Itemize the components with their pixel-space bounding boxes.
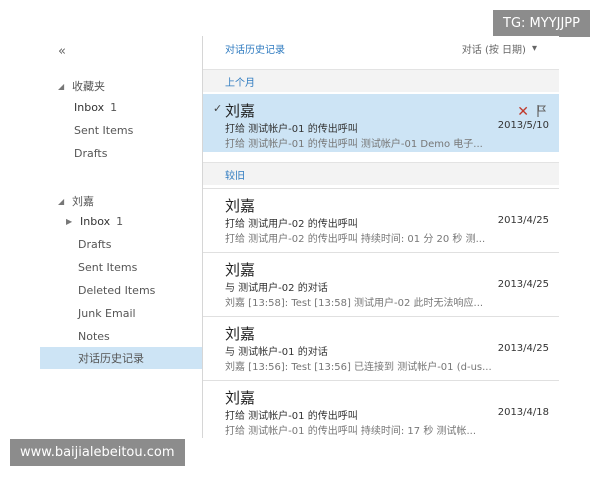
folder-label: Junk Email	[78, 306, 136, 320]
section-label: 较旧	[225, 171, 245, 182]
checkmark-icon: ✓	[213, 102, 223, 115]
conversation-subject: 与 测试帐户-01 的对话	[225, 347, 328, 358]
favorites-sent-items[interactable]: Sent Items	[74, 120, 133, 140]
account-junk-email[interactable]: Junk Email	[78, 303, 136, 323]
collapsed-triangle-icon[interactable]: ▶	[66, 217, 74, 226]
sort-dropdown-icon: ▾	[531, 43, 537, 54]
account-title: 刘嘉	[72, 195, 94, 208]
sender-name: 刘嘉	[225, 389, 256, 407]
sender-name: 刘嘉	[225, 197, 256, 215]
conversation-preview: 打给 测试帐户-01 的传出呼叫 持续时间: 17 秒 测试帐...	[225, 426, 477, 437]
conversation-item[interactable]: 刘嘉 打给 测试帐户-01 的传出呼叫 2013/4/18 打给 测试帐户-01…	[203, 380, 559, 438]
account-conversation-history[interactable]: 对话历史记录	[78, 348, 144, 368]
conversation-date: 2013/4/18	[497, 407, 549, 418]
section-label: 上个月	[225, 78, 255, 89]
favorites-inbox[interactable]: Inbox 1	[74, 97, 117, 117]
section-header-older: 较旧	[203, 162, 559, 185]
watermark-top-right: TG: MYYJJPP	[493, 10, 590, 37]
folder-label: Inbox	[80, 214, 111, 228]
conversation-subject: 打给 测试帐户-01 的传出呼叫	[225, 411, 358, 422]
conversation-preview: 刘嘉 [13:58]: Test [13:58] 测试用户-02 此时无法响应.…	[225, 298, 484, 309]
collapse-icon[interactable]: «	[58, 44, 66, 59]
conversation-subject: 打给 测试用户-02 的传出呼叫	[225, 219, 358, 230]
folder-label: Deleted Items	[78, 283, 156, 297]
conversation-date: 2013/4/25	[497, 279, 549, 290]
folder-label: Inbox	[74, 100, 105, 114]
expand-triangle-icon[interactable]: ◢	[58, 197, 66, 206]
account-header[interactable]: ◢ 刘嘉	[58, 193, 94, 209]
conversation-preview: 打给 测试帐户-01 的传出呼叫 测试帐户-01 Demo 电子...	[225, 139, 483, 150]
folder-label: 对话历史记录	[78, 352, 144, 365]
list-title: 对话历史记录	[225, 45, 285, 56]
folder-label: Drafts	[74, 146, 108, 160]
folder-label: Drafts	[78, 237, 112, 251]
sender-name: 刘嘉	[225, 261, 256, 279]
conversation-item[interactable]: 刘嘉 与 测试用户-02 的对话 2013/4/25 刘嘉 [13:58]: T…	[203, 252, 559, 311]
account-notes[interactable]: Notes	[78, 326, 110, 346]
unread-count: 1	[110, 100, 118, 114]
conversation-item[interactable]: ✓ 刘嘉 ✕ 打给 测试帐户-01 的传出呼叫 2013/5/10 打给 测试帐…	[203, 94, 559, 152]
account-drafts[interactable]: Drafts	[78, 234, 111, 254]
conversation-date: 2013/4/25	[497, 215, 549, 226]
mail-window: « ◢ 收藏夹 Inbox 1 Sent Items Drafts ◢ 刘嘉 ▶…	[40, 36, 559, 438]
folder-pane: « ◢ 收藏夹 Inbox 1 Sent Items Drafts ◢ 刘嘉 ▶…	[40, 36, 203, 438]
watermark-bottom-left: www.baijialebeitou.com	[10, 439, 185, 466]
account-inbox[interactable]: ▶ Inbox 1	[66, 211, 123, 231]
conversation-preview: 打给 测试用户-02 的传出呼叫 持续时间: 01 分 20 秒 测...	[225, 234, 486, 245]
favorites-header[interactable]: ◢ 收藏夹	[58, 78, 105, 94]
folder-label: Sent Items	[78, 260, 138, 274]
folder-label: Sent Items	[74, 123, 134, 137]
conversation-item[interactable]: 刘嘉 打给 测试用户-02 的传出呼叫 2013/4/25 打给 测试用户-02…	[203, 188, 559, 247]
item-actions: ✕	[517, 102, 547, 121]
conversation-list-pane: 对话历史记录 对话 (按 日期) ▾ 上个月 ✓ 刘嘉 ✕ 打给 测试帐户-01…	[203, 36, 559, 438]
sort-label: 对话 (按 日期)	[461, 45, 526, 56]
account-deleted-items[interactable]: Deleted Items	[78, 280, 155, 300]
sort-dropdown[interactable]: 对话 (按 日期) ▾	[462, 41, 537, 56]
conversation-subject: 与 测试用户-02 的对话	[225, 283, 328, 294]
section-header-last-month: 上个月	[203, 69, 559, 92]
conversation-preview: 刘嘉 [13:56]: Test [13:56] 已连接到 测试帐户-01 (d…	[225, 362, 492, 373]
sender-name: 刘嘉	[225, 325, 256, 343]
conversation-subject: 打给 测试帐户-01 的传出呼叫	[225, 124, 358, 135]
sender-name: 刘嘉	[225, 102, 256, 120]
flag-icon[interactable]	[537, 102, 547, 121]
conversation-item[interactable]: 刘嘉 与 测试帐户-01 的对话 2013/4/25 刘嘉 [13:56]: T…	[203, 316, 559, 375]
conversation-date: 2013/5/10	[497, 120, 549, 131]
delete-x-icon[interactable]: ✕	[517, 104, 529, 120]
folder-label: Notes	[78, 329, 110, 343]
unread-count: 1	[116, 214, 124, 228]
favorites-drafts[interactable]: Drafts	[74, 143, 107, 163]
expand-triangle-icon[interactable]: ◢	[58, 82, 66, 91]
account-sent-items[interactable]: Sent Items	[78, 257, 137, 277]
favorites-title: 收藏夹	[72, 80, 105, 93]
conversation-date: 2013/4/25	[497, 343, 549, 354]
